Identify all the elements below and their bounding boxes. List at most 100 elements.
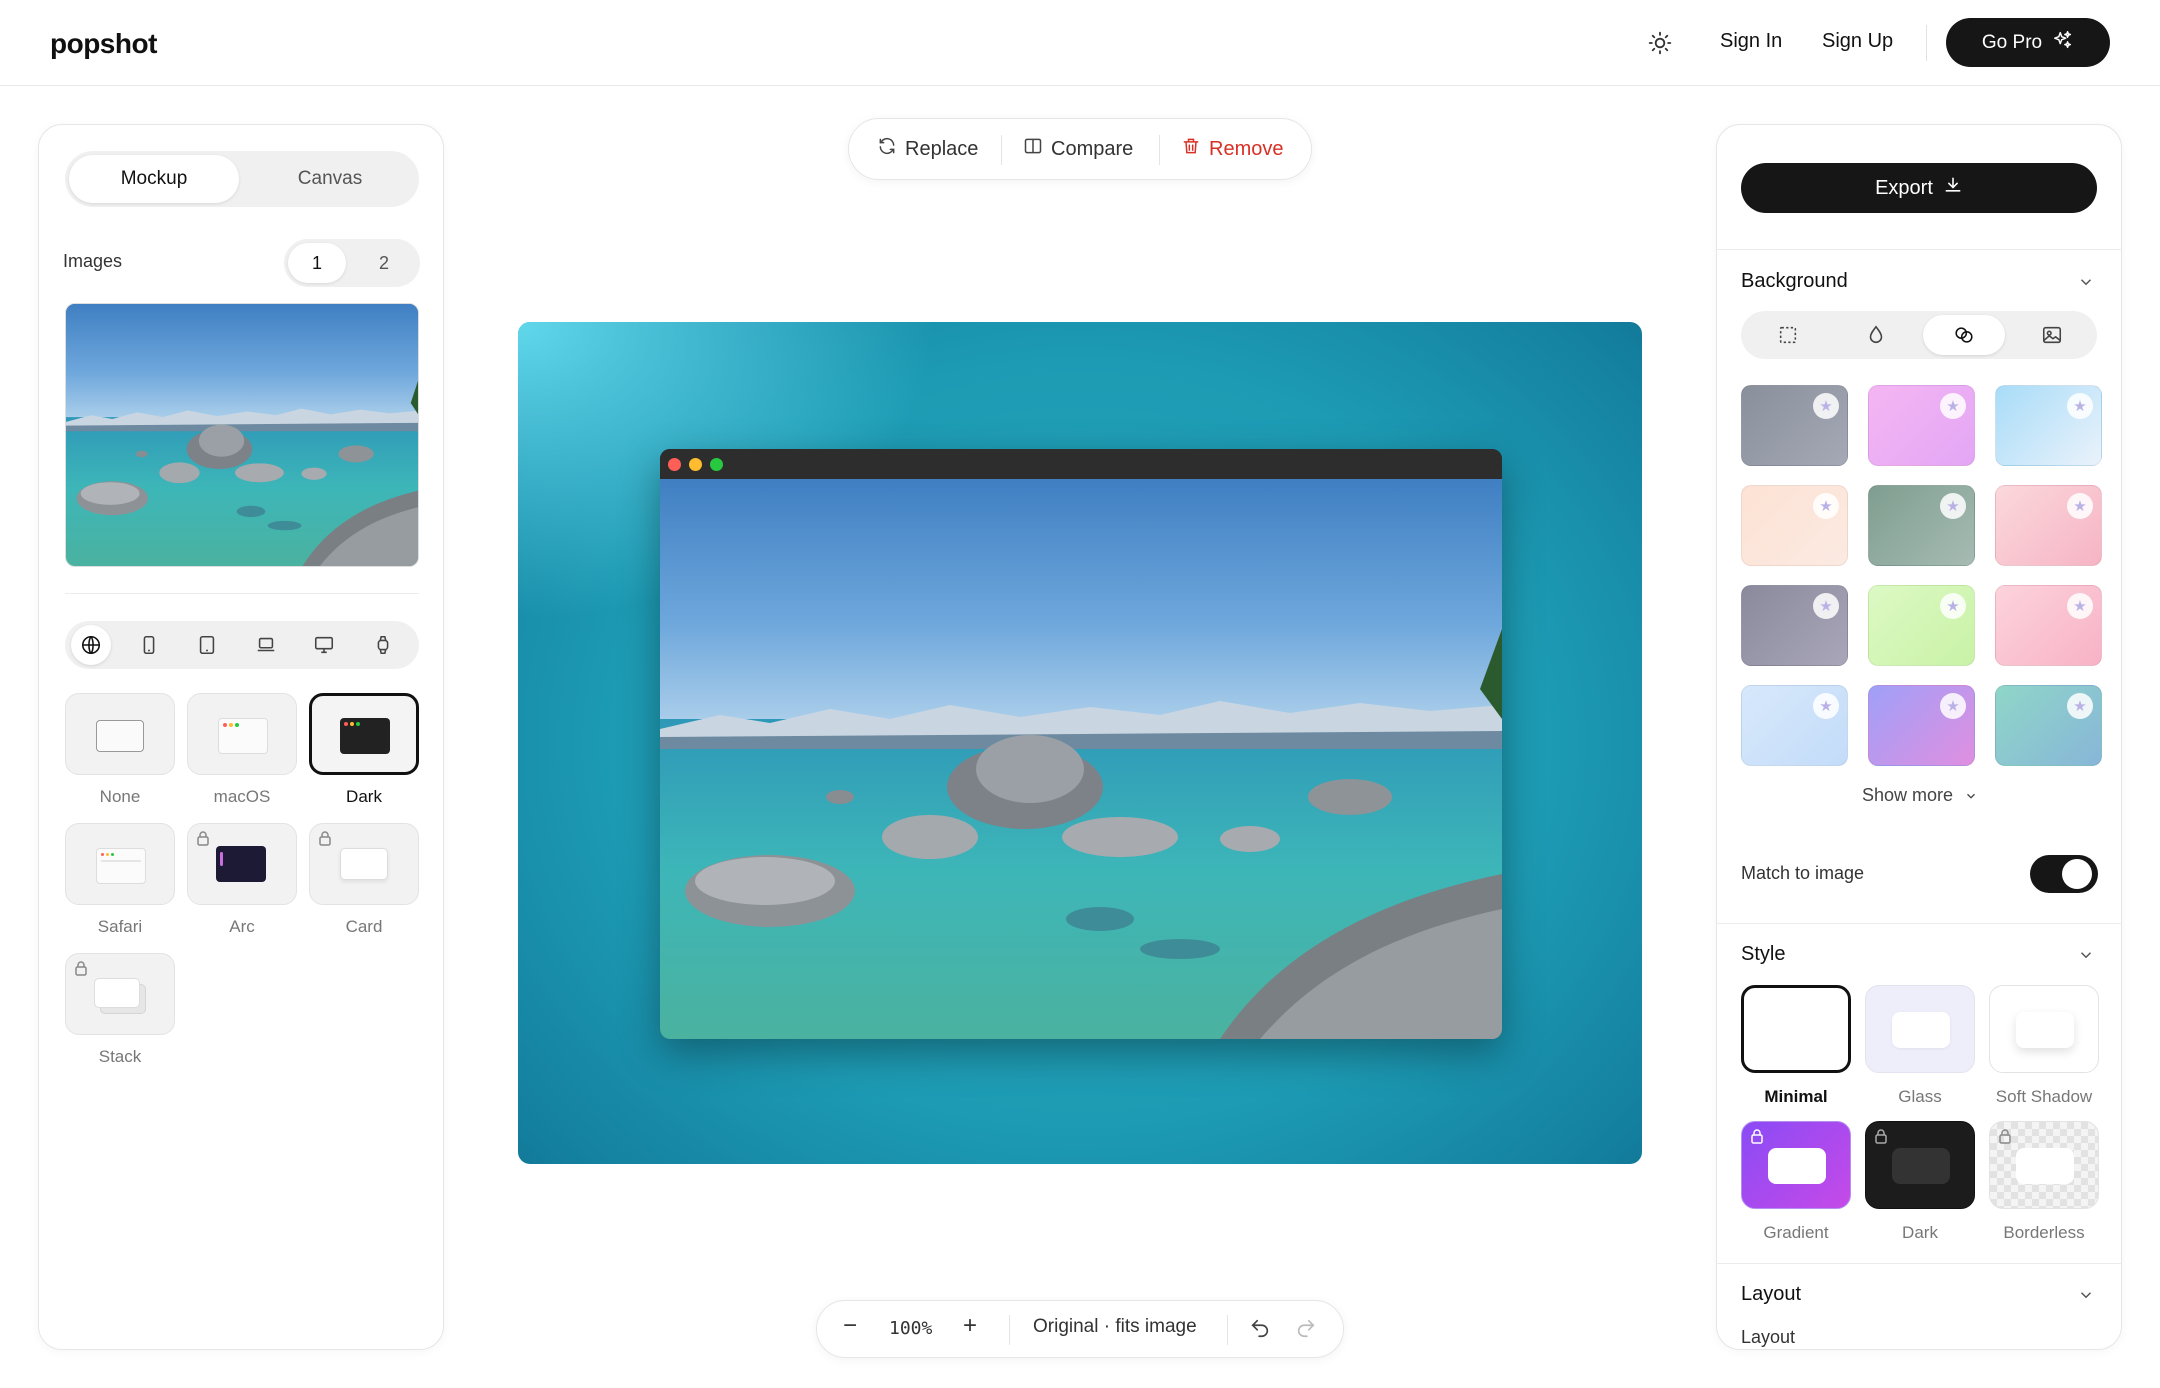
frame-label: Stack [98,1047,142,1066]
background-swatch[interactable]: ★ [1995,585,2102,666]
sign-in-link[interactable]: Sign In [1720,30,1782,53]
frame-preview [94,978,140,1008]
background-swatch[interactable]: ★ [1868,585,1975,666]
style-preview [2016,1012,2074,1048]
star-icon[interactable]: ★ [1940,393,1966,419]
match-to-image-toggle[interactable] [2030,855,2098,893]
style-label: Glass [1898,1087,1942,1106]
star-icon[interactable]: ★ [1813,593,1839,619]
style-dark[interactable] [1865,1121,1975,1209]
columns-icon [1023,136,1043,162]
left-panel: Mockup Canvas Images 1 2 None macOS Dark… [38,124,444,1350]
background-swatch[interactable]: ★ [1741,385,1848,466]
style-glass[interactable] [1865,985,1975,1073]
go-pro-label: Go Pro [1981,31,2043,53]
background-swatch[interactable]: ★ [1741,685,1848,766]
chevron-down-icon [1964,787,1978,808]
chevron-down-icon[interactable] [2077,273,2095,291]
style-soft-shadow[interactable] [1989,985,2099,1073]
laptop-icon[interactable] [246,625,286,665]
frame-none[interactable] [65,693,175,775]
lock-icon [1874,1128,1888,1144]
image-page-2[interactable]: 2 [352,243,416,283]
frame-macos[interactable] [187,693,297,775]
frame-card[interactable] [309,823,419,905]
compare-button[interactable]: Compare [1023,136,1133,162]
layout-title[interactable]: Layout [1741,1283,1801,1306]
frame-safari[interactable] [65,823,175,905]
lock-icon [1750,1128,1764,1144]
style-minimal[interactable] [1741,985,1851,1073]
divider [1717,1263,2121,1264]
star-icon[interactable]: ★ [1940,493,1966,519]
tab-mockup[interactable]: Mockup [69,155,239,203]
star-icon[interactable]: ★ [1813,493,1839,519]
transparent-icon[interactable] [1747,315,1829,355]
star-icon[interactable]: ★ [2067,693,2093,719]
undo-icon[interactable] [1249,1317,1271,1345]
background-swatch[interactable]: ★ [1868,385,1975,466]
background-type-tabs [1741,311,2097,359]
style-preview [1768,1148,1826,1184]
style-gradient[interactable] [1741,1121,1851,1209]
zoom-in-button[interactable]: + [963,1312,977,1340]
zoom-divider [1009,1315,1010,1345]
phone-icon[interactable] [129,625,169,665]
image-thumbnail[interactable] [65,303,419,567]
image-icon[interactable] [2011,315,2093,355]
minimize-dot [689,458,702,471]
background-swatch[interactable]: ★ [1995,485,2102,566]
chevron-down-icon[interactable] [2077,1286,2095,1304]
background-swatch[interactable]: ★ [1995,385,2102,466]
frame-label: Card [345,917,383,936]
right-panel: Export Background ★ ★ ★ ★ ★ ★ ★ ★ ★ ★ ★ ★ Show more [1716,124,2122,1350]
chevron-down-icon[interactable] [2077,946,2095,964]
star-icon[interactable]: ★ [1940,693,1966,719]
style-title[interactable]: Style [1741,943,1785,966]
size-mode-button[interactable]: Original · fits image [1033,1316,1197,1338]
image-page-1[interactable]: 1 [288,243,346,283]
background-swatch[interactable]: ★ [1868,485,1975,566]
export-button[interactable]: Export [1741,163,2097,213]
images-label: Images [63,251,123,271]
star-icon[interactable]: ★ [2067,493,2093,519]
show-more-button[interactable]: Show more [1717,785,2121,808]
lock-icon [1998,1128,2012,1144]
background-swatch[interactable]: ★ [1868,685,1975,766]
background-swatch[interactable]: ★ [1741,585,1848,666]
go-pro-button[interactable]: Go Pro [1946,18,2110,67]
droplet-icon[interactable] [1835,315,1917,355]
remove-button[interactable]: Remove [1181,136,1283,162]
background-title[interactable]: Background [1741,270,1848,293]
background-swatch[interactable]: ★ [1741,485,1848,566]
replace-button[interactable]: Replace [877,136,978,162]
star-icon[interactable]: ★ [1813,693,1839,719]
star-icon[interactable]: ★ [2067,393,2093,419]
frame-preview [216,846,266,882]
tab-canvas[interactable]: Canvas [245,155,415,203]
lock-icon [74,960,88,976]
dark-window-mockup[interactable] [660,449,1502,1039]
blend-icon[interactable] [1923,315,2005,355]
star-icon[interactable]: ★ [1813,393,1839,419]
star-icon[interactable]: ★ [1940,593,1966,619]
maximize-dot [710,458,723,471]
tablet-icon[interactable] [187,625,227,665]
watch-icon[interactable] [363,625,403,665]
sun-icon[interactable] [1647,30,1673,56]
sign-up-link[interactable]: Sign Up [1822,30,1893,53]
logo[interactable]: popshot [50,28,157,60]
toggle-knob [2062,859,2092,889]
star-icon[interactable]: ★ [2067,593,2093,619]
style-borderless[interactable] [1989,1121,2099,1209]
redo-icon[interactable] [1295,1317,1317,1345]
frame-stack[interactable] [65,953,175,1035]
zoom-out-button[interactable]: − [843,1312,857,1340]
background-swatch[interactable]: ★ [1995,685,2102,766]
close-dot [668,458,681,471]
frame-dark[interactable] [309,693,419,775]
globe-icon[interactable] [71,625,111,665]
frame-arc[interactable] [187,823,297,905]
image-page-switch: 1 2 [284,239,420,287]
desktop-icon[interactable] [304,625,344,665]
